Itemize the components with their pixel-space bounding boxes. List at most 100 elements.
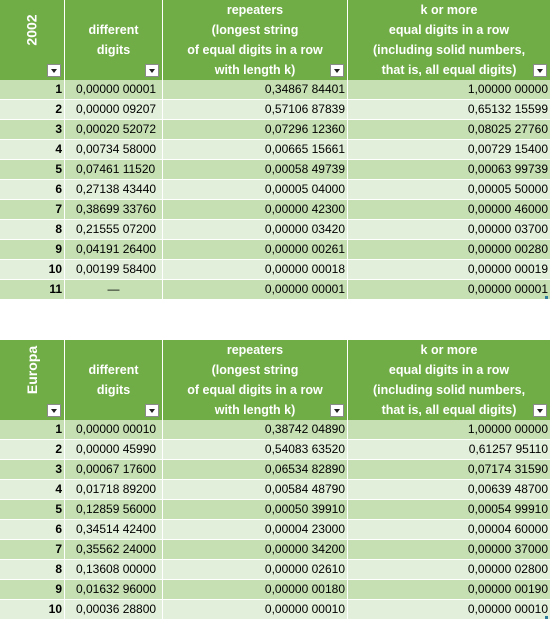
row-number-cell[interactable]: 1 [0, 420, 65, 439]
repeaters-cell[interactable]: 0,00000 00018 [163, 260, 348, 279]
table-resize-handle[interactable] [545, 616, 548, 619]
k-or-more-cell[interactable]: 0,00054 99910 [348, 500, 550, 519]
repeaters-cell[interactable]: 0,06534 82890 [163, 460, 348, 479]
k-or-more-cell[interactable]: 0,00000 46000 [348, 200, 550, 219]
k-or-more-cell[interactable]: 0,00000 00190 [348, 580, 550, 599]
filter-dropdown-icon[interactable] [330, 64, 344, 77]
different-digits-cell[interactable]: 0,00000 09207 [65, 100, 163, 119]
row-number-cell[interactable]: 5 [0, 500, 65, 519]
repeaters-cell[interactable]: 0,00000 34200 [163, 540, 348, 559]
filter-dropdown-icon[interactable] [533, 64, 547, 77]
repeaters-cell[interactable]: 0,00050 39910 [163, 500, 348, 519]
repeaters-cell[interactable]: 0,00584 48790 [163, 480, 348, 499]
repeaters-cell[interactable]: 0,38742 04890 [163, 420, 348, 439]
k-or-more-cell[interactable]: 0,00000 00010 [348, 600, 550, 619]
table-row: 2 0,00000 45990 0,54083 63520 0,61257 95110 [0, 440, 550, 460]
k-or-more-cell[interactable]: 0,00000 37000 [348, 540, 550, 559]
different-digits-cell[interactable]: 0,00000 00010 [65, 420, 163, 439]
k-or-more-cell[interactable]: 1,00000 00000 [348, 420, 550, 439]
table-row: 3 0,00020 52072 0,07296 12360 0,08025 27760 [0, 120, 550, 140]
repeaters-cell[interactable]: 0,00000 42300 [163, 200, 348, 219]
different-digits-cell[interactable]: — [65, 280, 163, 299]
row-number-cell[interactable]: 2 [0, 100, 65, 119]
different-digits-cell[interactable]: 0,04191 26400 [65, 240, 163, 259]
k-or-more-cell[interactable]: 0,00000 00019 [348, 260, 550, 279]
repeaters-cell[interactable]: 0,07296 12360 [163, 120, 348, 139]
k-or-more-cell[interactable]: 0,00004 60000 [348, 520, 550, 539]
different-digits-cell[interactable]: 0,35562 24000 [65, 540, 163, 559]
different-digits-cell[interactable]: 0,00036 28800 [65, 600, 163, 619]
k-or-more-cell[interactable]: 0,00005 50000 [348, 180, 550, 199]
row-number-cell[interactable]: 9 [0, 240, 65, 259]
different-digits-cell[interactable]: 0,38699 33760 [65, 200, 163, 219]
different-digits-cell[interactable]: 0,21555 07200 [65, 220, 163, 239]
row-number-cell[interactable]: 6 [0, 180, 65, 199]
row-number-cell[interactable]: 3 [0, 460, 65, 479]
table-row: 6 0,27138 43440 0,00005 04000 0,00005 50000 [0, 180, 550, 200]
different-digits-cell[interactable]: 0,07461 11520 [65, 160, 163, 179]
row-number-cell[interactable]: 7 [0, 200, 65, 219]
k-or-more-cell[interactable]: 0,00639 48700 [348, 480, 550, 499]
row-number-cell[interactable]: 3 [0, 120, 65, 139]
filter-dropdown-icon[interactable] [533, 404, 547, 417]
row-number-cell[interactable]: 10 [0, 600, 65, 619]
filter-dropdown-icon[interactable] [145, 404, 159, 417]
repeaters-cell[interactable]: 0,00665 15661 [163, 140, 348, 159]
repeaters-cell[interactable]: 0,00000 03420 [163, 220, 348, 239]
row-number-cell[interactable]: 9 [0, 580, 65, 599]
different-digits-cell[interactable]: 0,00067 17600 [65, 460, 163, 479]
filter-dropdown-icon[interactable] [145, 64, 159, 77]
filter-dropdown-icon[interactable] [330, 404, 344, 417]
different-digits-cell[interactable]: 0,01718 89200 [65, 480, 163, 499]
k-or-more-cell[interactable]: 0,07174 31590 [348, 460, 550, 479]
repeaters-cell[interactable]: 0,00000 00261 [163, 240, 348, 259]
row-number-cell[interactable]: 11 [0, 280, 65, 299]
row-number-cell[interactable]: 5 [0, 160, 65, 179]
header-repeaters: repeaters (longest string of equal digit… [163, 0, 348, 80]
header-k-or-more: k or more equal digits in a row (includi… [348, 340, 550, 420]
different-digits-cell[interactable]: 0,00020 52072 [65, 120, 163, 139]
different-digits-cell[interactable]: 0,27138 43440 [65, 180, 163, 199]
different-digits-cell[interactable]: 0,13608 00000 [65, 560, 163, 579]
different-digits-cell[interactable]: 0,00000 45990 [65, 440, 163, 459]
k-or-more-cell[interactable]: 0,00000 00280 [348, 240, 550, 259]
row-number-cell[interactable]: 7 [0, 540, 65, 559]
different-digits-cell[interactable]: 0,01632 96000 [65, 580, 163, 599]
repeaters-cell[interactable]: 0,00058 49739 [163, 160, 348, 179]
repeaters-cell[interactable]: 0,00000 00001 [163, 280, 348, 299]
row-number-cell[interactable]: 4 [0, 480, 65, 499]
table-body: 1 0,00000 00010 0,38742 04890 1,00000 00000… [0, 420, 550, 620]
filter-dropdown-icon[interactable] [47, 404, 61, 417]
k-or-more-cell[interactable]: 0,00729 15400 [348, 140, 550, 159]
repeaters-cell[interactable]: 0,57106 87839 [163, 100, 348, 119]
row-number-cell[interactable]: 8 [0, 220, 65, 239]
different-digits-cell[interactable]: 0,00199 58400 [65, 260, 163, 279]
row-number-cell[interactable]: 8 [0, 560, 65, 579]
different-digits-cell[interactable]: 0,00000 00001 [65, 80, 163, 99]
repeaters-cell[interactable]: 0,34867 84401 [163, 80, 348, 99]
row-number-cell[interactable]: 4 [0, 140, 65, 159]
row-number-cell[interactable]: 1 [0, 80, 65, 99]
repeaters-cell[interactable]: 0,54083 63520 [163, 440, 348, 459]
row-number-cell[interactable]: 6 [0, 520, 65, 539]
repeaters-cell[interactable]: 0,00005 04000 [163, 180, 348, 199]
filter-dropdown-icon[interactable] [47, 64, 61, 77]
k-or-more-cell[interactable]: 0,61257 95110 [348, 440, 550, 459]
k-or-more-cell[interactable]: 0,00063 99739 [348, 160, 550, 179]
k-or-more-cell[interactable]: 0,00000 03700 [348, 220, 550, 239]
k-or-more-cell[interactable]: 0,65132 15599 [348, 100, 550, 119]
row-number-cell[interactable]: 10 [0, 260, 65, 279]
repeaters-cell[interactable]: 0,00000 00010 [163, 600, 348, 619]
k-or-more-cell[interactable]: 1,00000 00000 [348, 80, 550, 99]
table-resize-handle[interactable] [545, 296, 548, 299]
different-digits-cell[interactable]: 0,34514 42400 [65, 520, 163, 539]
repeaters-cell[interactable]: 0,00000 00180 [163, 580, 348, 599]
different-digits-cell[interactable]: 0,00734 58000 [65, 140, 163, 159]
repeaters-cell[interactable]: 0,00004 23000 [163, 520, 348, 539]
k-or-more-cell[interactable]: 0,00000 00001 [348, 280, 550, 299]
k-or-more-cell[interactable]: 0,00000 02800 [348, 560, 550, 579]
k-or-more-cell[interactable]: 0,08025 27760 [348, 120, 550, 139]
different-digits-cell[interactable]: 0,12859 56000 [65, 500, 163, 519]
repeaters-cell[interactable]: 0,00000 02610 [163, 560, 348, 579]
row-number-cell[interactable]: 2 [0, 440, 65, 459]
